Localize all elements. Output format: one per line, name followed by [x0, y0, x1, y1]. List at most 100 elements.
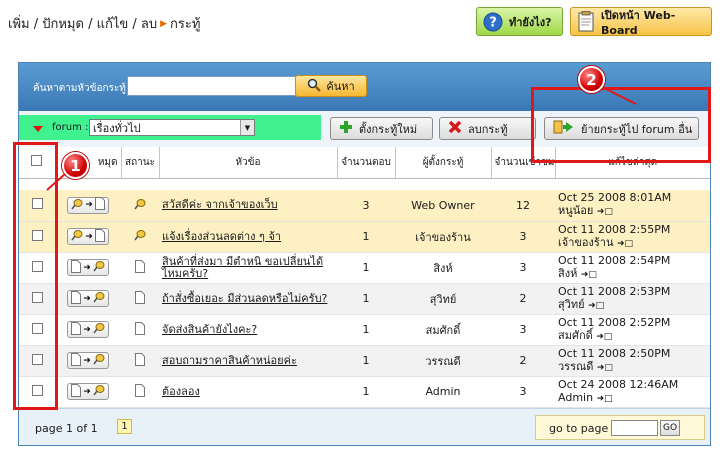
- go-button[interactable]: GO: [660, 420, 680, 436]
- pin-toggle-button[interactable]: ➜: [67, 196, 109, 214]
- document-icon: [94, 228, 105, 245]
- topics-table: หมุด สถานะ หัวข้อ จำนวนตอบ ผู้ตั้งกระทู้…: [19, 147, 710, 408]
- pin-toggle-button[interactable]: ➜: [67, 383, 109, 400]
- topic-subject-link[interactable]: สินค้าที่ส่งมา มีตำหนิ ขอเปลี่ยนได้ไหมคร…: [159, 252, 337, 284]
- pin-toggle-cell: ➜: [55, 252, 121, 284]
- last-edit-cell: Oct 11 2008 2:55PM เจ้าของร้าน ➜□: [555, 221, 710, 253]
- last-edit-date: Oct 11 2008 2:52PM: [558, 315, 671, 329]
- document-icon: [71, 259, 82, 276]
- last-edit-date: Oct 24 2008 12:46AM: [558, 377, 679, 391]
- pin-toggle-button[interactable]: ➜: [67, 290, 109, 307]
- go-to-post-icon[interactable]: ➜□: [588, 301, 604, 311]
- table-row: ➜ ถ้าสั่งซื้อเยอะ มีส่วนลดหรือไม่ครับ? 1 สุ…: [19, 283, 710, 315]
- go-to-post-icon[interactable]: ➜□: [596, 332, 612, 342]
- topic-subject-link[interactable]: จัดส่งสินค้ายังไงคะ?: [159, 314, 337, 346]
- status-cell: [121, 314, 159, 346]
- document-icon: [71, 321, 82, 338]
- table-row: ➜ ต้องลอง 1 Admin 3 Oct 24 2008 12:46AM Admin …: [19, 376, 710, 408]
- pin-toggle-cell: ➜: [55, 221, 121, 253]
- author-cell: วรรณดี: [395, 345, 491, 377]
- go-to-post-icon[interactable]: ➜□: [597, 394, 613, 404]
- pin-toggle-cell: ➜: [55, 190, 121, 222]
- last-edit-user[interactable]: เจ้าของร้าน: [558, 236, 613, 249]
- views-cell: 3: [491, 221, 555, 253]
- goto-page-box: go to page GO: [535, 415, 705, 440]
- go-to-post-icon[interactable]: ➜□: [581, 270, 597, 280]
- pin-icon: [93, 260, 105, 275]
- last-edit-cell: Oct 11 2008 2:53PM สุวิทย์ ➜□: [555, 283, 710, 315]
- last-edit-user[interactable]: สุวิทย์: [558, 298, 585, 311]
- last-edit-user[interactable]: วรรณดี: [558, 360, 593, 373]
- search-input[interactable]: [127, 76, 307, 96]
- plus-icon: [339, 120, 353, 137]
- document-status-icon: [135, 383, 145, 400]
- last-edit-user[interactable]: สมศักดิ์: [558, 329, 593, 342]
- author-cell: สมศักดิ์: [395, 314, 491, 346]
- last-edit-user[interactable]: สิงห์: [558, 267, 577, 280]
- views-cell: 3: [491, 376, 555, 408]
- last-edit-date: Oct 11 2008 2:53PM: [558, 284, 671, 298]
- pin-toggle-button[interactable]: ➜: [67, 228, 109, 245]
- pin-toggle-cell: ➜: [55, 345, 121, 377]
- pin-icon: [71, 198, 83, 213]
- pin-icon: [71, 229, 83, 244]
- last-edit-date: Oct 11 2008 2:55PM: [558, 222, 671, 236]
- status-cell: [121, 190, 159, 222]
- goto-page-input[interactable]: [611, 420, 658, 436]
- author-cell: เจ้าของร้าน: [395, 221, 491, 253]
- document-status-icon: [135, 290, 145, 307]
- go-to-post-icon[interactable]: ➜□: [597, 363, 613, 373]
- subject-column-header: หัวข้อ: [159, 147, 338, 179]
- triangle-down-icon: [33, 126, 43, 132]
- new-topic-button[interactable]: ตั้งกระทู้ใหม่: [330, 117, 433, 140]
- page-number-link[interactable]: 1: [117, 419, 132, 434]
- pin-toggle-button[interactable]: ➜: [67, 352, 109, 369]
- open-webboard-button[interactable]: เปิดหน้า Web-Board: [570, 7, 712, 37]
- document-icon: [71, 383, 82, 400]
- new-topic-label: ตั้งกระทู้ใหม่: [359, 122, 418, 136]
- help-button-label: ทำยังไง?: [509, 15, 552, 29]
- table-row: ➜ สวัสดีค่ะ จากเจ้าของเว็บ 3 Web Owner 12 Oct…: [19, 190, 710, 222]
- forum-filter-bar: forum : เรื่องทั่วไป ▼: [19, 115, 321, 140]
- last-edit-date: Oct 25 2008 8:01AM: [558, 191, 672, 205]
- document-icon: [71, 352, 82, 369]
- pin-icon: [93, 291, 105, 306]
- go-to-post-icon[interactable]: ➜□: [597, 207, 613, 217]
- spacer-cell: [19, 178, 710, 190]
- delete-topic-button[interactable]: ลบกระทู้: [439, 117, 536, 140]
- topic-subject-link[interactable]: ต้องลอง: [159, 376, 337, 408]
- replies-cell: 1: [337, 283, 395, 315]
- help-button[interactable]: ? ทำยังไง?: [476, 7, 563, 36]
- pin-toggle-button[interactable]: ➜: [67, 259, 109, 276]
- status-column-header: สถานะ: [121, 147, 160, 179]
- search-button[interactable]: ค้นหา: [295, 75, 367, 97]
- last-edit-cell: Oct 25 2008 8:01AM หนูน้อย ➜□: [555, 190, 710, 222]
- pin-toggle-button[interactable]: ➜: [67, 321, 109, 338]
- topic-subject-link[interactable]: สอบถามราคาสินค้าหน่อยค่ะ: [159, 345, 337, 377]
- delete-topic-label: ลบกระทู้: [468, 122, 508, 136]
- breadcrumb: เพิ่ม / ปักหมุด / แก้ไข / ลบ ▶ กระทู้: [8, 13, 200, 34]
- arrow-right-icon: ➜: [85, 200, 93, 211]
- replies-column-header: จำนวนตอบ: [337, 147, 396, 179]
- topic-subject-link[interactable]: ถ้าสั่งซื้อเยอะ มีส่วนลดหรือไม่ครับ?: [159, 283, 337, 315]
- replies-cell: 1: [337, 376, 395, 408]
- views-cell: 12: [491, 190, 555, 222]
- arrow-right-icon: ➜: [83, 386, 91, 397]
- document-status-icon: [135, 259, 145, 276]
- table-row: ➜ สินค้าที่ส่งมา มีตำหนิ ขอเปลี่ยนได้ไหมค…: [19, 252, 710, 284]
- pin-icon: [93, 322, 105, 337]
- author-cell: สิงห์: [395, 252, 491, 284]
- forum-select[interactable]: เรื่องทั่วไป ▼: [89, 119, 255, 136]
- topic-subject-link[interactable]: สวัสดีค่ะ จากเจ้าของเว็บ: [159, 190, 337, 222]
- last-edit-user[interactable]: หนูน้อย: [558, 204, 593, 217]
- last-edit-cell: Oct 11 2008 2:52PM สมศักดิ์ ➜□: [555, 314, 710, 346]
- topic-subject-link[interactable]: แจ้งเรื่องส่วนลดต่าง ๆ จ้า: [159, 221, 337, 253]
- callout-badge-two: 2: [578, 66, 605, 93]
- last-edit-user[interactable]: Admin: [558, 391, 593, 404]
- breadcrumb-arrow-icon: ▶: [160, 18, 168, 29]
- chevron-down-icon: ▼: [240, 120, 254, 135]
- go-to-post-icon[interactable]: ➜□: [617, 239, 633, 249]
- views-cell: 3: [491, 252, 555, 284]
- last-edit-cell: Oct 24 2008 12:46AM Admin ➜□: [555, 376, 710, 408]
- document-icon: [94, 197, 105, 213]
